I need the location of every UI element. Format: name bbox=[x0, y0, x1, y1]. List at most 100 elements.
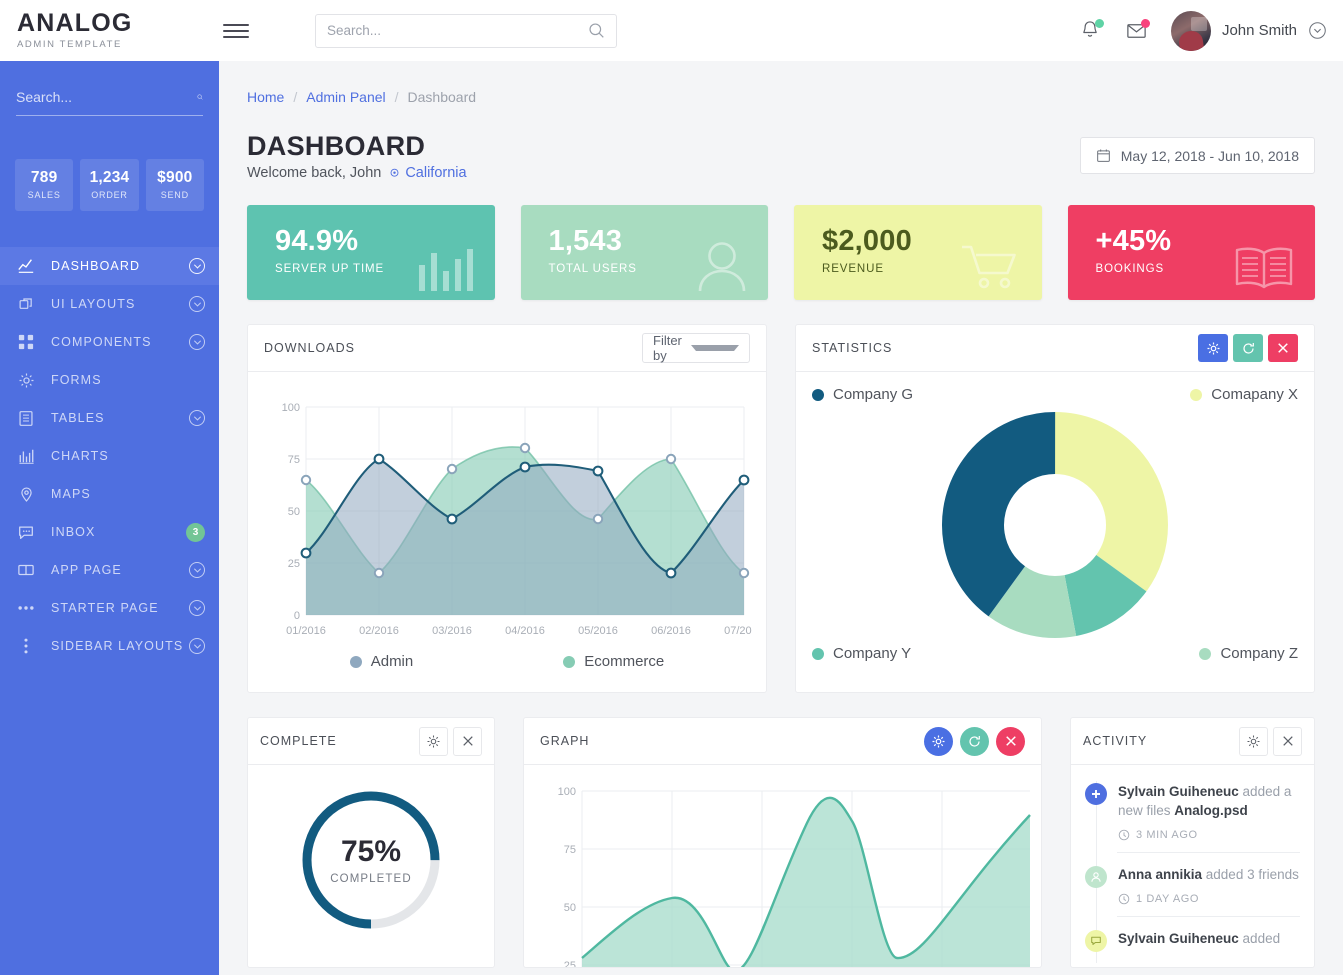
stat-cards: 94.9% SERVER UP TIME 1,543 TOTAL USERS $… bbox=[247, 205, 1315, 300]
sidebar-nav: DASHBOARD UI LAYOUTS COMPONENTS FORMS TA… bbox=[0, 247, 219, 665]
calendar-icon bbox=[1096, 149, 1110, 162]
chevron-down-icon[interactable] bbox=[189, 296, 205, 312]
notifications-button[interactable] bbox=[1079, 18, 1104, 43]
legend-dot bbox=[1190, 388, 1203, 401]
chevron-down-icon[interactable] bbox=[189, 600, 205, 616]
list-item[interactable]: Sylvain Guiheneuc added a new files Anal… bbox=[1071, 769, 1314, 852]
sidebar-item-charts[interactable]: CHARTS bbox=[0, 437, 219, 475]
brand-logo[interactable]: ANALOG ADMIN TEMPLATE bbox=[0, 11, 219, 51]
sidebar-item-ui-layouts[interactable]: UI LAYOUTS bbox=[0, 285, 219, 323]
page-header: DASHBOARD Welcome back, John California bbox=[247, 131, 1315, 181]
legend-item-company-g[interactable]: Company G bbox=[812, 386, 913, 403]
legend-item-ecommerce[interactable]: Ecommerce bbox=[563, 653, 664, 670]
gear-icon bbox=[1207, 342, 1219, 354]
sidebar-item-components[interactable]: COMPONENTS bbox=[0, 323, 219, 361]
sidebar-search-input[interactable] bbox=[16, 89, 197, 105]
settings-button[interactable] bbox=[1198, 334, 1228, 362]
search-icon bbox=[197, 94, 203, 100]
sidebar-item-inbox[interactable]: INBOX 3 bbox=[0, 513, 219, 551]
legend-item-comapany-x[interactable]: Comapany X bbox=[1190, 386, 1298, 403]
svg-text:04/2016: 04/2016 bbox=[505, 625, 545, 637]
list-item[interactable]: Anna annikia added 3 friends 1 DAY AGO bbox=[1071, 852, 1314, 916]
legend-dot bbox=[1199, 647, 1212, 660]
stat-card-server-uptime[interactable]: 94.9% SERVER UP TIME bbox=[247, 205, 495, 300]
table-icon bbox=[16, 408, 36, 428]
date-range-picker[interactable]: May 12, 2018 - Jun 10, 2018 bbox=[1079, 137, 1315, 174]
menu-toggle-icon[interactable] bbox=[223, 18, 249, 44]
activity-actor: Anna annikia bbox=[1118, 867, 1203, 883]
sidebar-item-label: COMPONENTS bbox=[51, 335, 152, 349]
refresh-button[interactable] bbox=[960, 726, 989, 756]
downloads-panel-header: DOWNLOADS Filter by bbox=[248, 325, 766, 372]
sidebar-item-dashboard[interactable]: DASHBOARD bbox=[0, 247, 219, 285]
messages-badge bbox=[1140, 18, 1150, 28]
sidebar-item-app-page[interactable]: APP PAGE bbox=[0, 551, 219, 589]
close-button[interactable] bbox=[1273, 726, 1302, 756]
location-link[interactable]: California bbox=[388, 165, 467, 181]
list-item[interactable]: Sylvain Guiheneuc added bbox=[1071, 916, 1314, 963]
sidebar-stat-sales[interactable]: 789 SALES bbox=[15, 159, 74, 211]
sidebar-item-label: STARTER PAGE bbox=[51, 601, 159, 615]
activity-text: Sylvain Guiheneuc added bbox=[1118, 929, 1300, 948]
stat-card-bookings[interactable]: +45% BOOKINGS bbox=[1067, 205, 1315, 300]
chevron-down-icon[interactable] bbox=[189, 562, 205, 578]
settings-button[interactable] bbox=[1239, 726, 1268, 756]
legend-label: Company Z bbox=[1220, 645, 1298, 662]
filter-by-label: Filter by bbox=[653, 333, 682, 363]
chevron-down-icon[interactable] bbox=[189, 334, 205, 350]
sidebar-stat-order[interactable]: 1,234 ORDER bbox=[80, 159, 139, 211]
sidebar-item-label: CHARTS bbox=[51, 449, 109, 463]
settings-button[interactable] bbox=[924, 726, 953, 756]
chevron-down-icon[interactable] bbox=[189, 638, 205, 654]
legend-item-company-z[interactable]: Company Z bbox=[1199, 645, 1298, 662]
breadcrumb-home[interactable]: Home bbox=[247, 89, 284, 105]
activity-time: 1 DAY AGO bbox=[1118, 893, 1300, 905]
breadcrumb-dashboard: Dashboard bbox=[407, 89, 477, 105]
legend-item-admin[interactable]: Admin bbox=[349, 653, 414, 670]
stat-card-revenue[interactable]: $2,000 REVENUE bbox=[794, 205, 1042, 300]
close-button[interactable] bbox=[453, 726, 482, 756]
sidebar-stat-send[interactable]: $900 SEND bbox=[145, 159, 204, 211]
sidebar-search[interactable] bbox=[16, 88, 203, 116]
search-input[interactable] bbox=[327, 23, 588, 38]
gear-icon bbox=[932, 735, 945, 747]
chevron-down-icon[interactable] bbox=[189, 410, 205, 426]
brand-subtitle: ADMIN TEMPLATE bbox=[17, 39, 122, 50]
date-range-label: May 12, 2018 - Jun 10, 2018 bbox=[1120, 147, 1299, 164]
activity-actions bbox=[1239, 726, 1302, 756]
sidebar-item-maps[interactable]: MAPS bbox=[0, 475, 219, 513]
gauge-percent: 75% bbox=[340, 835, 402, 868]
sidebar-item-sidebar-layouts[interactable]: SIDEBAR LAYOUTS bbox=[0, 627, 219, 665]
breadcrumb-separator: / bbox=[293, 89, 298, 105]
svg-text:25: 25 bbox=[564, 960, 576, 967]
legend-label: Admin bbox=[370, 653, 414, 670]
top-search[interactable] bbox=[315, 13, 617, 48]
welcome-text: Welcome back, John bbox=[247, 165, 382, 181]
activity-panel-header: ACTIVITY bbox=[1071, 718, 1314, 765]
chevron-down-icon[interactable] bbox=[189, 258, 205, 274]
statistics-panel-header: STATISTICS bbox=[796, 325, 1314, 372]
stat-card-total-users[interactable]: 1,543 TOTAL USERS bbox=[520, 205, 768, 300]
close-button[interactable] bbox=[996, 726, 1025, 756]
sidebar-item-tables[interactable]: TABLES bbox=[0, 399, 219, 437]
downloads-chart-body: 100 75 50 25 0 01/2016 02/2016 03/2016 0… bbox=[248, 372, 766, 692]
filter-by-select[interactable]: Filter by bbox=[642, 333, 750, 363]
legend-item-company-y[interactable]: Company Y bbox=[812, 645, 911, 662]
messages-button[interactable] bbox=[1125, 18, 1150, 43]
clock-icon bbox=[1118, 894, 1130, 905]
statistics-panel-title: STATISTICS bbox=[812, 341, 893, 355]
close-button[interactable] bbox=[1268, 334, 1298, 362]
sidebar-item-starter-page[interactable]: STARTER PAGE bbox=[0, 589, 219, 627]
breadcrumb-admin-panel[interactable]: Admin Panel bbox=[306, 89, 385, 105]
stat-label: SEND bbox=[160, 190, 189, 200]
stat-value: 1,234 bbox=[89, 169, 130, 186]
breadcrumb: Home / Admin Panel / Dashboard bbox=[247, 61, 1315, 105]
chevron-down-icon[interactable] bbox=[1308, 21, 1327, 40]
gear-icon bbox=[427, 735, 440, 747]
user-menu[interactable]: John Smith bbox=[1170, 10, 1327, 51]
sidebar-item-forms[interactable]: FORMS bbox=[0, 361, 219, 399]
refresh-button[interactable] bbox=[1233, 334, 1263, 362]
settings-button[interactable] bbox=[419, 726, 448, 756]
svg-text:01/2016: 01/2016 bbox=[286, 625, 326, 637]
stat-value: $900 bbox=[157, 169, 193, 186]
